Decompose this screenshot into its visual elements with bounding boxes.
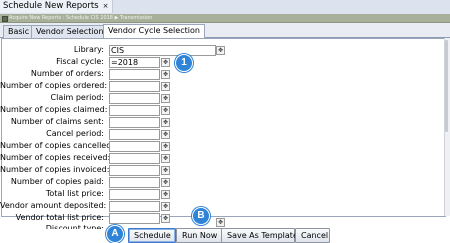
tab-vendor-cycle-selection[interactable]: Vendor Cycle Selection [103, 24, 205, 38]
copies-received-picker-icon[interactable]: ✥ [161, 154, 170, 163]
library-field[interactable]: CIS [109, 45, 216, 56]
number-of-orders-field[interactable] [109, 69, 160, 80]
vendor-total-list-price-picker-icon[interactable]: ✥ [161, 214, 170, 223]
copies-invoiced-picker-icon[interactable]: ✥ [161, 166, 170, 175]
copies-cancelled-field[interactable] [109, 141, 160, 152]
run-now-button[interactable]: Run Now [176, 228, 222, 243]
total-list-price-picker-icon[interactable]: ✥ [161, 190, 170, 199]
vendor-total-list-price-label: Vendor total list price: [15, 213, 104, 222]
copies-cancelled-picker-icon[interactable]: ✥ [161, 142, 170, 151]
number-of-orders-picker-icon[interactable]: ✥ [161, 70, 170, 79]
copies-paid-label: Number of copies paid: [10, 177, 104, 186]
library-picker-icon[interactable]: ✥ [216, 46, 225, 55]
breadcrumb: Acquire New Reports : Schedule CIS 2018 … [9, 15, 153, 21]
vendor-amount-deposited-picker-icon[interactable]: ✥ [161, 202, 170, 211]
scrollbar-thumb[interactable] [445, 40, 448, 132]
copies-invoiced-field[interactable] [109, 165, 160, 176]
copies-paid-field[interactable] [109, 177, 160, 188]
copies-paid-picker-icon[interactable]: ✥ [161, 178, 170, 187]
callout-1: 1 [175, 54, 193, 72]
cancel-button[interactable]: Cancel [295, 228, 330, 243]
discount-type-picker-icon[interactable]: ✥ [216, 218, 225, 227]
fiscal-cycle-picker-icon[interactable]: ✥ [161, 58, 170, 67]
copies-received-field[interactable] [109, 153, 160, 164]
cancel-period-label: Cancel period: [46, 129, 104, 138]
discount-type-label: Discount type: [45, 224, 104, 229]
claim-period-label: Claim period: [50, 93, 104, 102]
report-icon [2, 16, 8, 22]
copies-ordered-picker-icon[interactable]: ✥ [161, 82, 170, 91]
save-as-template-button[interactable]: Save As Template [221, 228, 298, 243]
cancel-period-picker-icon[interactable]: ✥ [161, 130, 170, 139]
vendor-amount-deposited-label: Vendor amount deposited: [0, 201, 107, 210]
vendor-total-list-price-field[interactable] [109, 213, 160, 224]
close-icon[interactable]: × [103, 2, 109, 10]
claim-period-picker-icon[interactable]: ✥ [161, 94, 170, 103]
window-tab[interactable]: Schedule New Reports × [0, 0, 114, 13]
vendor-amount-deposited-field[interactable] [109, 201, 160, 212]
copies-claimed-label: Number of copies claimed: [0, 105, 108, 114]
copies-invoiced-label: Number of copies invoiced: [0, 165, 110, 174]
copies-ordered-field[interactable] [109, 81, 160, 92]
copies-ordered-label: Number of copies ordered: [0, 81, 108, 90]
window-title: Schedule New Reports [3, 1, 99, 11]
tab-basic[interactable]: Basic [3, 25, 35, 38]
copies-received-label: Number of copies received: [0, 153, 111, 162]
tab-vendor-selection[interactable]: Vendor Selection [31, 25, 109, 38]
copies-cancelled-label: Number of copies cancelled: [0, 141, 114, 150]
schedule-button[interactable]: Schedule [128, 228, 176, 243]
callout-a: A [106, 225, 124, 243]
claim-period-field[interactable] [109, 93, 160, 104]
claims-sent-field[interactable] [109, 117, 160, 128]
number-of-orders-label: Number of orders: [30, 69, 104, 78]
fiscal-cycle-label: Fiscal cycle: [56, 57, 104, 66]
callout-b: B [192, 207, 210, 225]
cancel-period-field[interactable] [109, 129, 160, 140]
claims-sent-label: Number of claims sent: [10, 117, 104, 126]
fiscal-cycle-field[interactable]: =2018 [109, 57, 160, 68]
claims-sent-picker-icon[interactable]: ✥ [161, 118, 170, 127]
library-label: Library: [73, 45, 104, 54]
copies-claimed-field[interactable] [109, 105, 160, 116]
total-list-price-label: Total list price: [45, 189, 104, 198]
total-list-price-field[interactable] [109, 189, 160, 200]
copies-claimed-picker-icon[interactable]: ✥ [161, 106, 170, 115]
